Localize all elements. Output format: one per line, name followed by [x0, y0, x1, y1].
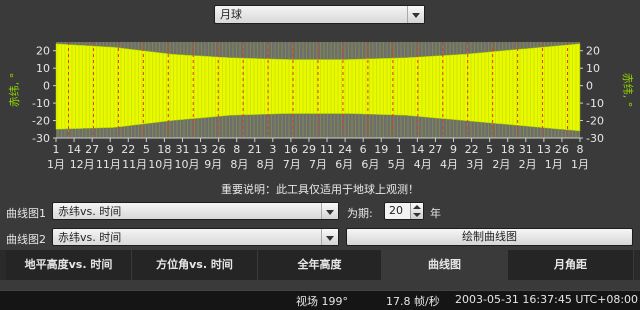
tab-azimuth-vs-time[interactable]: 方位角vs. 时间 [132, 250, 258, 280]
month-label: 7月 [309, 158, 327, 171]
y-tick-label-left: 0 [43, 80, 50, 93]
x-tick-label: 27 [428, 143, 442, 156]
x-tick-label: 29 [302, 143, 316, 156]
y-tick-label-right: -30 [586, 132, 604, 145]
x-tick-label: 1 [396, 143, 403, 156]
spin-down-icon[interactable] [413, 213, 421, 217]
month-label: 5月 [388, 158, 406, 171]
y-tick-label-right: -10 [586, 97, 604, 110]
x-tick-label: 24 [338, 143, 352, 156]
month-label: 2月 [519, 158, 537, 171]
y-tick-label-right: 20 [586, 45, 600, 58]
observation-note: 重要说明：此工具仅适用于地球上观测！ [221, 183, 419, 196]
x-tick-label: 8 [577, 143, 584, 156]
month-label: 10月 [148, 158, 173, 171]
month-label: 1月 [571, 158, 589, 171]
chevron-down-icon [321, 203, 338, 219]
object-select[interactable]: 月球 [214, 5, 425, 24]
x-tick-label: 3 [269, 143, 276, 156]
y-axis-label-left: 赤纬, ° [8, 73, 21, 108]
x-tick-label: 18 [157, 143, 171, 156]
x-tick-label: 6 [360, 143, 367, 156]
period-spinbox[interactable]: 20 [384, 202, 424, 220]
tab-altitude-vs-time[interactable]: 地平高度vs. 时间 [6, 250, 132, 280]
x-tick-label: 11 [320, 143, 334, 156]
chevron-down-icon [407, 6, 424, 23]
month-label: 4月 [440, 158, 458, 171]
period-unit: 年 [430, 207, 441, 220]
fov-readout: 视场 199° [296, 295, 348, 308]
x-tick-label: 21 [248, 143, 262, 156]
y-tick-label-right: -20 [586, 115, 604, 128]
month-label: 10月 [175, 158, 200, 171]
month-label: 1月 [545, 158, 563, 171]
x-tick-label: 26 [212, 143, 226, 156]
x-tick-label: 19 [374, 143, 388, 156]
month-label: 7月 [283, 158, 301, 171]
month-label: 12月 [70, 158, 95, 171]
x-tick-label: 31 [175, 143, 189, 156]
plot1-value: 赤纬vs. 时间 [58, 205, 122, 218]
month-label: 11月 [122, 158, 147, 171]
month-label: 8月 [230, 158, 248, 171]
month-label: 6月 [335, 158, 353, 171]
declination-chart: 20 20 10 10 0 0 -10 -10 -20 -20 -30 -30 赤纬, ° 赤纬, ° 1 1… [0, 34, 640, 174]
x-tick-label: 18 [501, 143, 515, 156]
spin-arrows[interactable] [410, 203, 423, 219]
x-tick-label: 31 [519, 143, 533, 156]
tab-bar: 地平高度vs. 时间 方位角vs. 时间 全年高度 曲线图 月角距 [0, 250, 640, 280]
x-tick-label: 9 [107, 143, 114, 156]
month-label: 4月 [414, 158, 432, 171]
status-bar: 视场 199° 17.8 帧/秒 2003-05-31 16:37:45 UTC… [0, 290, 640, 310]
month-label: 1月 [47, 158, 65, 171]
x-tick-label: 16 [284, 143, 298, 156]
y-axis-label-right: 赤纬, ° [621, 73, 634, 108]
plot1-label: 曲线图1 [6, 207, 46, 220]
period-value: 20 [389, 204, 403, 217]
datetime-readout[interactable]: 2003-05-31 16:37:45 UTC+08:00 [455, 293, 638, 306]
month-label: 9月 [204, 158, 222, 171]
month-label: 6月 [361, 158, 379, 171]
y-tick-label-left: -20 [32, 115, 50, 128]
tab-annual-altitude[interactable]: 全年高度 [258, 250, 382, 280]
draw-chart-button[interactable]: 绘制曲线图 [346, 228, 633, 246]
spin-up-icon[interactable] [413, 205, 421, 209]
x-tick-label: 5 [143, 143, 150, 156]
x-tick-label: 26 [555, 143, 569, 156]
x-tick-label: 5 [486, 143, 493, 156]
month-label: 2月 [492, 158, 510, 171]
y-tick-label-left: 20 [36, 45, 50, 58]
x-tick-label: 22 [465, 143, 479, 156]
tab-lunar-distance[interactable]: 月角距 [508, 250, 634, 280]
y-tick-label-right: 10 [586, 62, 600, 75]
y-tick-label-left: 10 [36, 62, 50, 75]
chart-svg: 20 2010 100 0-10 -10-20 -20-30 -30赤纬, ° 赤纬, °1 1… [8, 42, 634, 171]
x-tick-label: 9 [450, 143, 457, 156]
x-tick-label: 13 [194, 143, 208, 156]
chevron-down-icon [321, 229, 338, 245]
x-tick-label: 1 [53, 143, 60, 156]
x-tick-label: 22 [121, 143, 135, 156]
object-select-value: 月球 [220, 8, 242, 21]
x-tick-label: 14 [410, 143, 424, 156]
period-label: 为期: [347, 207, 373, 220]
tab-chart[interactable]: 曲线图 [382, 250, 508, 280]
x-tick-label: 14 [67, 143, 81, 156]
y-tick-label-left: -30 [32, 132, 50, 145]
plot1-select[interactable]: 赤纬vs. 时间 [52, 202, 339, 220]
x-tick-label: 8 [233, 143, 240, 156]
y-tick-label-right: 0 [586, 80, 593, 93]
month-label: 8月 [257, 158, 275, 171]
fps-readout: 17.8 帧/秒 [386, 295, 440, 308]
month-label: 11月 [96, 158, 121, 171]
y-tick-label-left: -10 [32, 97, 50, 110]
x-tick-label: 13 [537, 143, 551, 156]
plot2-value: 赤纬vs. 时间 [58, 231, 122, 244]
plot2-select[interactable]: 赤纬vs. 时间 [52, 228, 339, 246]
plot2-label: 曲线图2 [6, 233, 46, 246]
month-label: 3月 [466, 158, 484, 171]
x-tick-label: 27 [85, 143, 99, 156]
